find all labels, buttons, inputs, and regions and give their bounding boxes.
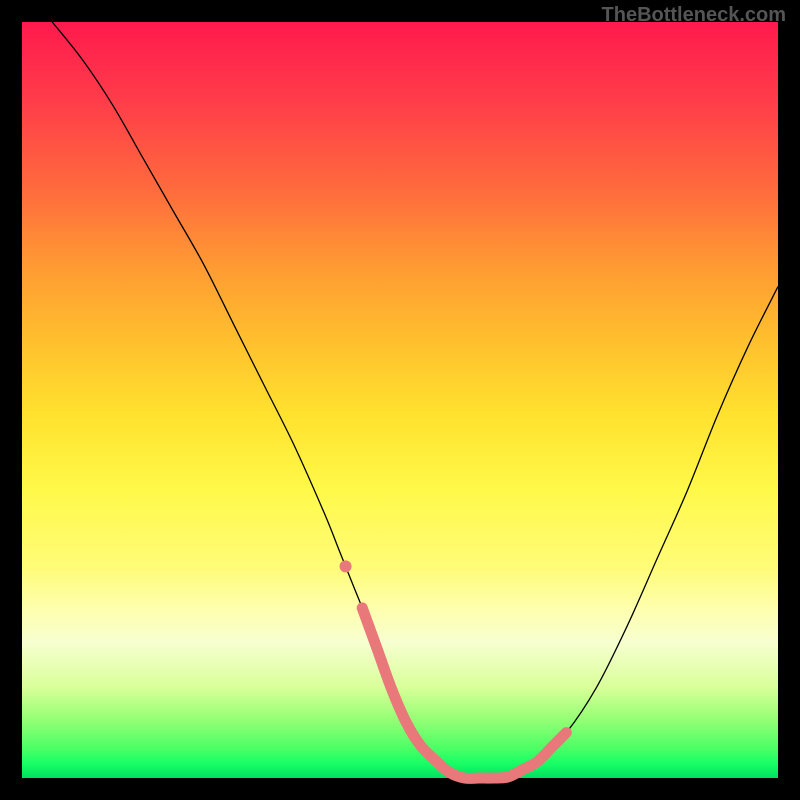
bottleneck-curve [52, 22, 778, 779]
watermark-text: TheBottleneck.com [602, 4, 786, 27]
chart-svg [22, 22, 778, 778]
optimal-range-highlight [362, 608, 566, 779]
optimal-range-start-dot [340, 560, 352, 572]
plot-area [22, 22, 778, 778]
